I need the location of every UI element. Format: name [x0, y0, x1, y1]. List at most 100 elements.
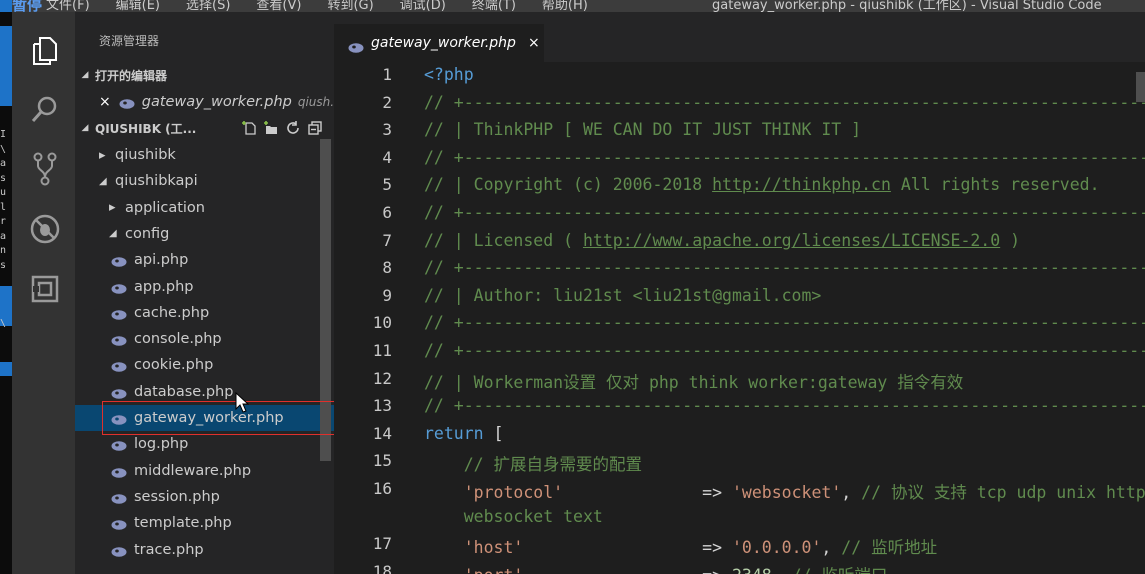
editor-scrollbar[interactable]: [1136, 72, 1145, 102]
background-window-text: \: [0, 317, 7, 329]
code-token: // | Author: liu21st <liu21st@gmail.com>: [424, 285, 822, 305]
search-icon[interactable]: [28, 92, 62, 126]
tree-item-label: cookie.php: [134, 357, 214, 374]
line-number: 6: [382, 203, 392, 222]
new-file-icon[interactable]: [238, 119, 260, 137]
collapse-all-icon[interactable]: [304, 119, 326, 137]
menu-item[interactable]: 文件(F): [46, 0, 90, 12]
menu-item[interactable]: 调试(D): [400, 0, 446, 12]
background-window-text: s: [0, 172, 7, 184]
code-line: 'protocol' => 'websocket', // 协议 支持 tcp …: [424, 479, 1145, 503]
tree-item-label: config: [125, 225, 170, 242]
code-line: // +------------------------------------…: [424, 93, 1145, 112]
extensions-icon[interactable]: [28, 272, 62, 306]
menu-item[interactable]: 编辑(E): [116, 0, 160, 12]
php-file-icon: [111, 255, 127, 267]
menu-item[interactable]: 选择(S): [186, 0, 230, 12]
explorer-icon[interactable]: [28, 34, 62, 68]
code-line: 'port' => 2348, // 监听端口: [424, 562, 888, 574]
chevron-down-icon[interactable]: ◢: [109, 228, 121, 239]
refresh-icon[interactable]: [282, 119, 304, 137]
code-token: 2348: [732, 566, 772, 574]
tree-folder[interactable]: ◢ qiushibkapi: [75, 168, 334, 194]
code-token: // +------------------------------------…: [424, 341, 1145, 360]
chevron-right-icon[interactable]: ▸: [99, 148, 111, 163]
new-folder-icon[interactable]: [260, 119, 282, 137]
menu-item[interactable]: 转到(G): [327, 0, 373, 12]
code-token: // 协议 支持 tcp udp unix http: [861, 483, 1145, 502]
code-line: // +------------------------------------…: [424, 258, 1145, 277]
tree-item-label: qiushibk: [115, 147, 176, 163]
code-token: 'protocol': [463, 483, 564, 502]
workspace-label: QIUSHIBK (工...: [95, 121, 197, 136]
line-number: 14: [372, 423, 392, 443]
php-file-icon: [111, 466, 127, 478]
tree-file[interactable]: template.php: [75, 510, 334, 536]
tree-folder[interactable]: ◢ config: [75, 221, 334, 247]
tab-gateway-worker[interactable]: gateway_worker.php ×: [334, 24, 544, 62]
line-number: 10: [372, 313, 392, 333]
explorer-title: 资源管理器: [99, 34, 160, 48]
open-editors-label: 打开的编辑器: [95, 68, 168, 83]
tree-item-label: cache.php: [134, 304, 210, 321]
code-line: // +------------------------------------…: [424, 341, 1145, 360]
explorer-sidebar: 资源管理器 ◢ 打开的编辑器 × gateway_worker.php qius…: [75, 12, 334, 574]
background-window-text: r: [0, 216, 7, 227]
background-window-text: n: [0, 245, 7, 256]
tree-file[interactable]: session.php: [75, 484, 334, 510]
tree-file[interactable]: app.php: [75, 274, 334, 300]
tree-item-label: console.php: [134, 331, 222, 348]
code-token: ,: [821, 538, 842, 558]
chevron-right-icon[interactable]: ▸: [109, 200, 121, 215]
code-token: =>: [523, 566, 732, 574]
code-editor[interactable]: 1 <?php 2 // +-----------------------------…: [334, 62, 1145, 574]
code-token: 'port': [464, 566, 524, 574]
open-editor-item[interactable]: × gateway_worker.php qiush...: [75, 89, 334, 115]
debug-icon[interactable]: [28, 212, 62, 246]
background-window-text: \: [0, 143, 7, 155]
tree-file[interactable]: cookie.php: [75, 352, 334, 378]
code-token: ): [1000, 230, 1021, 250]
code-token: // +------------------------------------…: [424, 396, 1145, 416]
code-line: // 扩展自身需要的配置: [424, 451, 642, 475]
tree-file[interactable]: cache.php: [75, 300, 334, 326]
menu-item[interactable]: 帮助(H): [542, 0, 588, 12]
tree-item-label: database.php: [134, 383, 234, 400]
source-control-icon[interactable]: [28, 152, 62, 186]
menu-item[interactable]: 终端(T): [472, 0, 516, 12]
php-file-icon: [111, 439, 127, 452]
background-window-strip: I \ a s u l r a n s \: [0, 0, 12, 574]
chevron-down-icon: ◢: [81, 123, 89, 133]
chevron-down-icon[interactable]: ◢: [99, 176, 111, 187]
line-number: 8: [382, 258, 392, 278]
tree-file[interactable]: trace.php: [75, 537, 334, 563]
tree-folder[interactable]: ▸ qiushibk: [75, 142, 334, 168]
background-window-text: s: [0, 259, 7, 271]
close-icon[interactable]: ×: [99, 94, 111, 110]
code-line: // | Author: liu21st <liu21st@gmail.com>: [424, 286, 821, 305]
recorder-pause-label[interactable]: 暂停: [12, 0, 42, 12]
line-number: 3: [382, 120, 392, 140]
code-line: // | Licensed ( http://www.apache.org/li…: [424, 231, 1020, 250]
tree-file[interactable]: log.php: [75, 431, 334, 457]
menu-item[interactable]: 查看(V): [256, 0, 301, 12]
code-token: websocket text: [424, 506, 603, 526]
window-title: gateway_worker.php - qiushibk (工作区) - Vi…: [712, 0, 1102, 12]
tree-file[interactable]: middleware.php: [75, 458, 334, 484]
code-token: All rights reserved.: [890, 175, 1100, 195]
code-line: // +------------------------------------…: [424, 396, 1145, 415]
tree-file[interactable]: api.php: [75, 247, 334, 273]
highlight-box: [102, 401, 334, 435]
code-token: // | Copyright (c) 2006-2018: [424, 175, 713, 195]
workspace-header[interactable]: ◢ QIUSHIBK (工...: [75, 117, 334, 139]
close-icon[interactable]: ×: [528, 35, 540, 51]
code-line: 'host' => '0.0.0.0', // 监听地址: [424, 534, 937, 558]
tree-folder[interactable]: ▸ application: [75, 195, 334, 221]
php-file-icon: [111, 492, 127, 504]
tree-file[interactable]: console.php: [75, 326, 334, 352]
code-line: return [: [424, 424, 503, 443]
line-number: 15: [372, 451, 392, 471]
open-editors-header[interactable]: ◢ 打开的编辑器: [75, 64, 334, 86]
